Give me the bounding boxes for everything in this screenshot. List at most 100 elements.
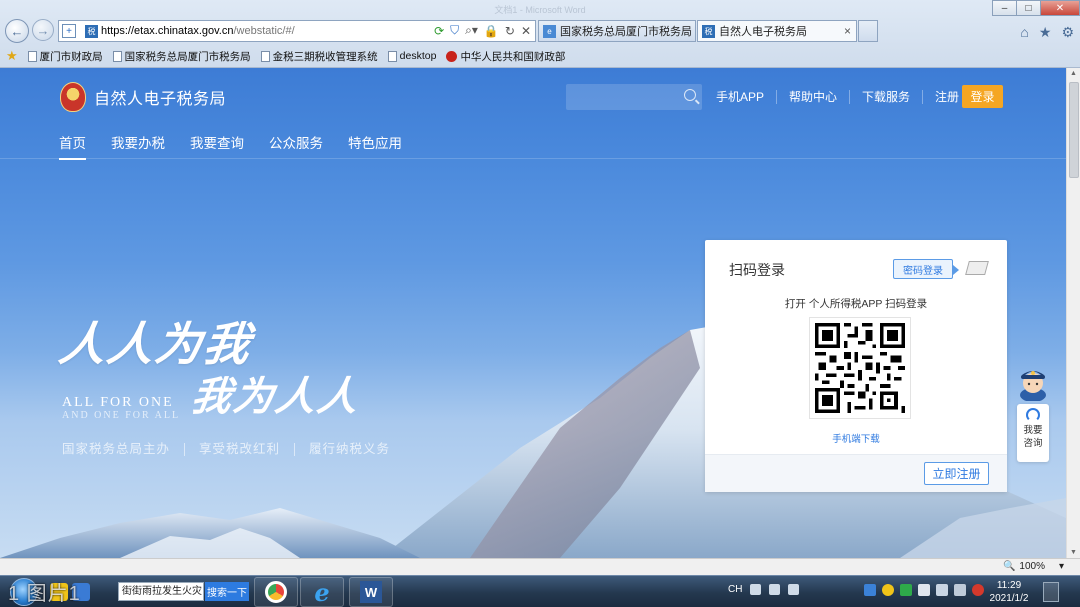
language-indicator[interactable]: CH [728, 584, 742, 595]
help-tray-icon[interactable] [788, 584, 800, 595]
page-viewport: 自然人电子税务局 手机APP 帮助中心 下载服务 注册 登录 首页 我要办税 我… [0, 68, 1066, 558]
address-tools: ⟳ ⛉ ⌕▾ 🔒 ↻ ✕ [434, 23, 531, 38]
taskbar-search-button[interactable]: 搜索一下 [205, 582, 249, 601]
download-service-link[interactable]: 下载服务 [850, 90, 924, 104]
scroll-thumb[interactable] [1069, 82, 1079, 178]
tray-app-icon[interactable] [769, 584, 781, 595]
zoom-dropdown-icon[interactable]: ▾ [1059, 561, 1064, 572]
scroll-down-icon[interactable]: ▼ [1070, 549, 1077, 556]
site-logo[interactable]: 自然人电子税务局 [60, 82, 226, 112]
zoom-control[interactable]: 🔍 100% ▾ [1003, 561, 1064, 572]
taskbar: 街街雨拉发生火灾 搜索一下 e W CH 11:29 2021/1/2 [0, 575, 1080, 607]
computer-icon[interactable] [965, 261, 989, 275]
subtitle-item: 履行纳税义务 [309, 442, 391, 456]
zoom-level: 100% [1019, 561, 1045, 572]
home-icon[interactable]: ⌂ [1020, 24, 1028, 41]
headset-icon [1026, 408, 1040, 422]
tab-label: 国家税务总局厦门市税务局 [560, 26, 692, 38]
shield-tray-icon[interactable] [864, 584, 876, 596]
forward-button[interactable]: → [32, 19, 54, 41]
guard-tray-icon[interactable] [900, 584, 912, 596]
favorite-link[interactable]: 厦门市财政局 [27, 49, 103, 64]
register-now-button[interactable]: 立即注册 [924, 462, 989, 485]
back-button[interactable]: ← [5, 19, 29, 43]
tab-label: 自然人电子税务局 [719, 26, 807, 38]
page-icon [112, 50, 122, 62]
main-nav: 首页 我要办税 我要查询 公众服务 特色应用 [59, 132, 402, 160]
refresh-green-icon[interactable]: ⟳ [434, 24, 444, 38]
favorite-label: 中华人民共和国财政部 [460, 50, 566, 63]
favorite-link[interactable]: 金税三期税收管理系统 [260, 49, 378, 64]
tab-xiamen-tax[interactable]: e 国家税务总局厦门市税务局 [538, 20, 696, 42]
settings-gear-icon[interactable]: ⚙ [1061, 24, 1074, 41]
favorite-label: 金税三期税收管理系统 [272, 50, 378, 63]
stop-icon[interactable]: ✕ [521, 24, 531, 38]
address-bar[interactable]: + 税 https://etax.chinatax.gov.cn /websta… [58, 20, 536, 42]
page-icon [27, 50, 37, 62]
favorites-star-icon[interactable]: ★ [6, 48, 18, 64]
close-window-button[interactable]: ✕ [1040, 0, 1080, 16]
slogan-english-1: ALL FOR ONE [62, 395, 174, 410]
favorite-label: 厦门市财政局 [39, 50, 103, 63]
browser-chrome: 文档1 - Microsoft Word – □ ✕ ← → + 税 https… [0, 0, 1080, 68]
close-tab-icon[interactable]: × [844, 24, 851, 38]
taskbar-clock[interactable]: 11:29 2021/1/2 [984, 579, 1034, 605]
ie-icon: e [314, 577, 330, 607]
favorites-star-icon[interactable]: ★ [1039, 24, 1052, 41]
reload-icon[interactable]: ↻ [505, 24, 515, 38]
nav-special-apps[interactable]: 特色应用 [348, 132, 402, 160]
taskbar-app-ie[interactable]: e [300, 577, 344, 607]
qr-code-icon [815, 323, 905, 413]
mobile-app-link[interactable]: 手机APP [716, 90, 778, 104]
favorite-link[interactable]: 国家税务总局厦门市税务局 [112, 49, 251, 64]
consult-button[interactable]: 我要咨询 [1017, 404, 1049, 462]
word-icon: W [360, 581, 382, 603]
password-login-toggle[interactable]: 密码登录 [893, 259, 959, 279]
subtitle-item: 享受税改红利 [185, 443, 296, 456]
flag-tray-icon[interactable] [936, 584, 948, 596]
keyboard-icon[interactable] [750, 584, 762, 595]
nav-home[interactable]: 首页 [59, 132, 86, 160]
usb-tray-icon[interactable] [918, 584, 930, 596]
panel-footer: 立即注册 [705, 454, 1007, 492]
volume-muted-icon[interactable] [972, 584, 984, 596]
site-search-input[interactable] [566, 84, 702, 110]
help-center-link[interactable]: 帮助中心 [777, 90, 851, 104]
network-icon[interactable] [954, 584, 966, 596]
system-tray-icons [864, 584, 984, 596]
taskbar-search-input[interactable]: 街街雨拉发生火灾 [118, 582, 204, 601]
tab-natural-person-tax[interactable]: 税 自然人电子税务局 × [697, 20, 857, 42]
scroll-up-icon[interactable]: ▲ [1070, 70, 1077, 77]
taskbar-app-word[interactable]: W [349, 577, 393, 607]
watermark: 1 图片1 [8, 583, 81, 605]
search-icon[interactable] [684, 89, 696, 101]
compat-icon[interactable]: + [62, 24, 76, 38]
scan-hint: 打开 个人所得税APP 扫码登录 [784, 298, 928, 310]
system-tray: CH [728, 584, 800, 595]
security-tray-icon[interactable] [882, 584, 894, 596]
favorite-link[interactable]: 中华人民共和国财政部 [446, 49, 565, 64]
tax-emblem-icon [60, 82, 86, 112]
nav-query[interactable]: 我要查询 [190, 132, 244, 160]
search-dropdown-icon[interactable]: ⌕▾ [465, 23, 478, 38]
clock-date: 2021/1/2 [989, 593, 1029, 604]
shield-icon[interactable]: ⛉ [450, 23, 459, 38]
favorite-link[interactable]: desktop [387, 50, 436, 62]
login-qr-code [809, 317, 911, 419]
status-bar: 🔍 100% ▾ [0, 558, 1080, 575]
customer-service-avatar-icon[interactable] [1017, 363, 1049, 401]
taskbar-app-chrome[interactable] [254, 577, 298, 607]
vertical-scrollbar[interactable]: ▲ ▼ [1066, 68, 1080, 558]
window-title: 文档1 - Microsoft Word [494, 5, 586, 15]
minimize-button[interactable]: – [992, 0, 1017, 16]
maximize-button[interactable]: □ [1016, 0, 1041, 16]
browser-toolbar-right: ⌂ ★ ⚙ [1020, 24, 1074, 41]
mobile-download-link[interactable]: 手机端下载 [705, 431, 1007, 445]
new-tab-button[interactable] [858, 20, 878, 42]
login-button[interactable]: 登录 [962, 85, 1003, 108]
qr-login-panel: 扫码登录 密码登录 打开 个人所得税APP 扫码登录 手机端下载 立即注册 [705, 240, 1007, 492]
nav-public-service[interactable]: 公众服务 [269, 132, 323, 160]
slogan-english-2: AND ONE FOR ALL [62, 410, 181, 421]
show-desktop-button[interactable] [1043, 582, 1059, 602]
nav-handle-tax[interactable]: 我要办税 [111, 132, 165, 160]
